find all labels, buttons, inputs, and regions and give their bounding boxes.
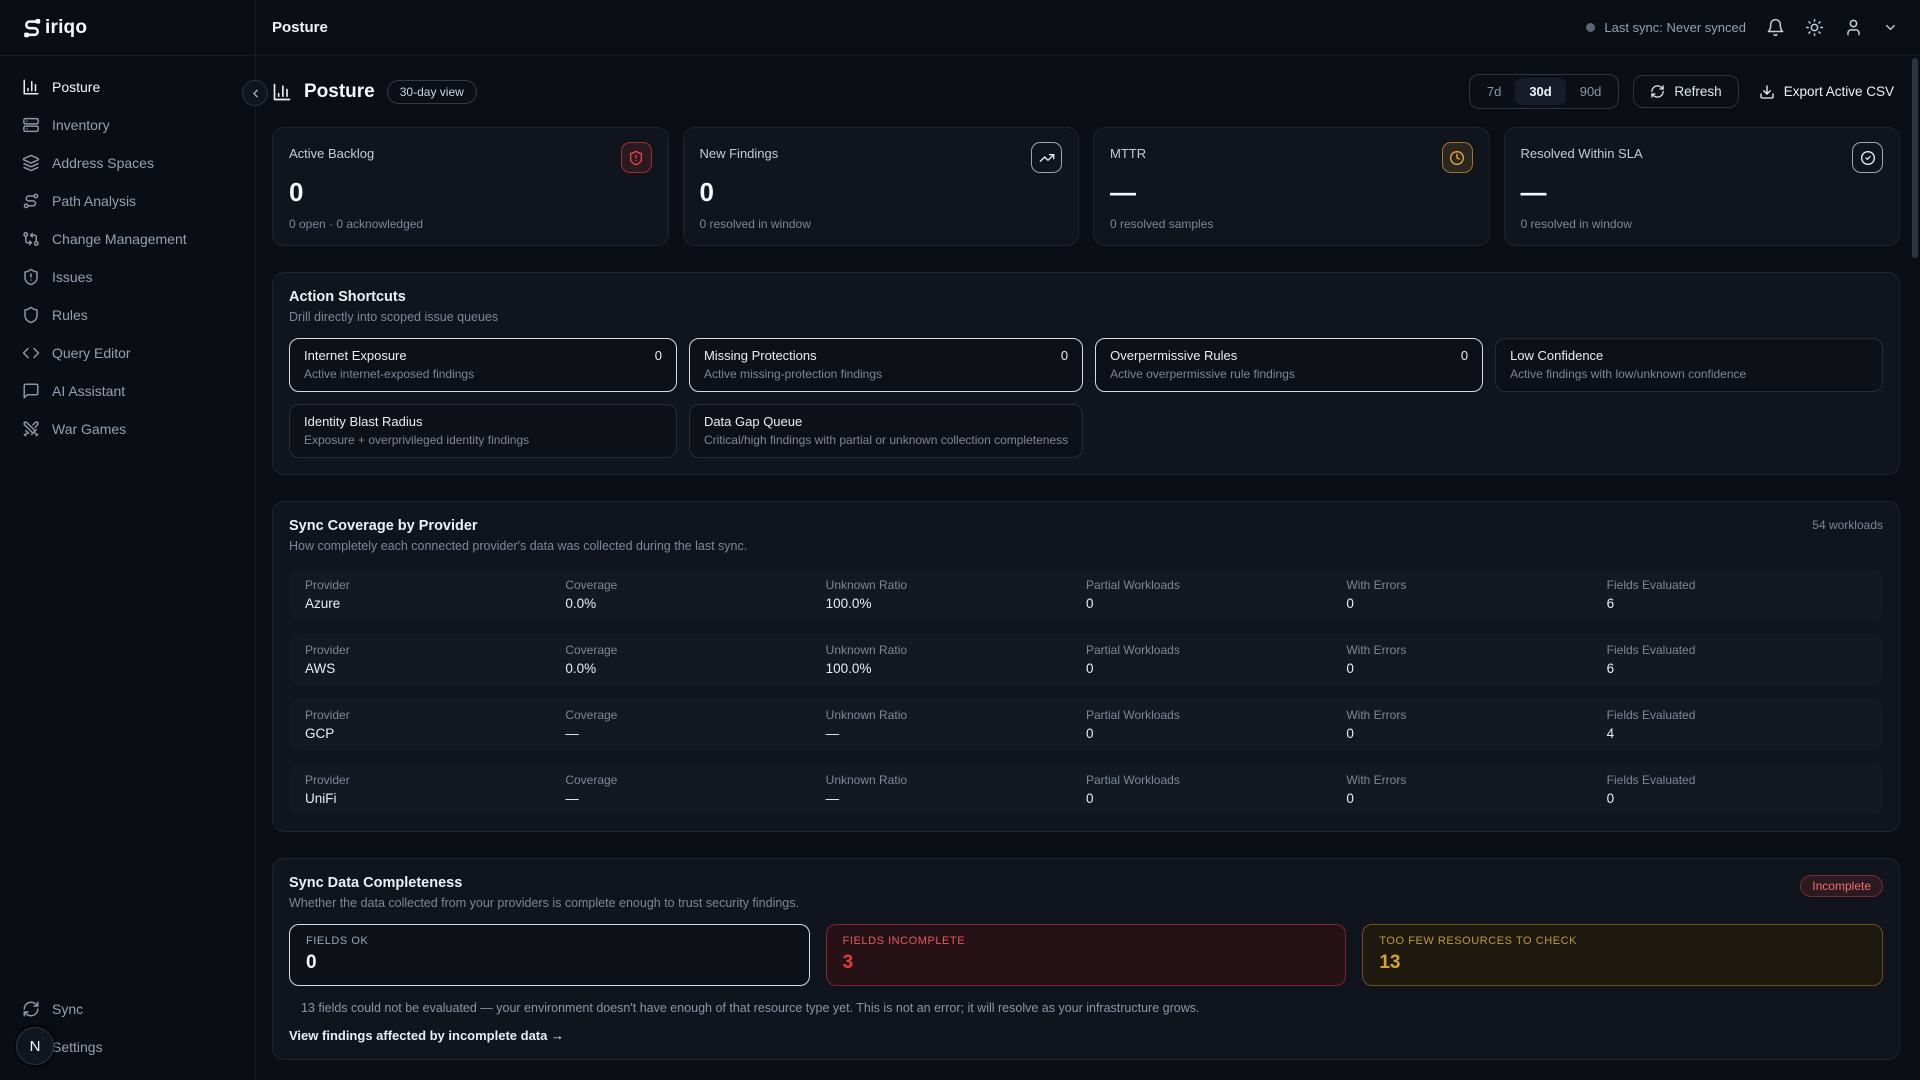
chart-column-icon: [272, 82, 292, 102]
download-icon: [1759, 84, 1775, 100]
tile-count-badge: 0: [655, 348, 662, 363]
tile-count-badge: 0: [1461, 348, 1468, 363]
table-row: ProviderUniFi Coverage— Unknown Ratio— P…: [289, 764, 1883, 815]
view-badge: 30-day view: [387, 80, 477, 104]
clock-icon: [1442, 142, 1473, 173]
sidebar-item-issues[interactable]: Issues: [10, 258, 245, 296]
refresh-icon: [1650, 84, 1665, 99]
page-title: Posture: [304, 81, 375, 103]
theme-sun-icon[interactable]: [1805, 18, 1824, 37]
stat-too-few-resources: TOO FEW RESOURCES TO CHECK 13: [1362, 924, 1883, 986]
message-square-icon: [22, 382, 40, 400]
sidebar-item-sync[interactable]: Sync: [10, 990, 245, 1028]
page-header: Posture 30-day view 7d 30d 90d Refresh: [272, 74, 1900, 109]
sidebar-collapse-button[interactable]: [242, 80, 268, 106]
chart-column-icon: [22, 78, 40, 96]
brand-logo[interactable]: iriqo: [0, 0, 255, 56]
code-icon: [22, 344, 40, 362]
table-row: ProviderGCP Coverage— Unknown Ratio— Par…: [289, 699, 1883, 750]
sync-coverage-panel: Sync Coverage by Provider How completely…: [272, 501, 1900, 832]
range-30d-button[interactable]: 30d: [1515, 78, 1565, 105]
sidebar-item-address-spaces[interactable]: Address Spaces: [10, 144, 245, 182]
bell-icon[interactable]: [1766, 18, 1785, 37]
sidebar-item-war-games[interactable]: War Games: [10, 410, 245, 448]
topbar-title: Posture: [272, 19, 328, 36]
page-content: Posture 30-day view 7d 30d 90d Refresh: [256, 56, 1920, 1080]
completeness-stats: FIELDS OK 0 FIELDS INCOMPLETE 3 TOO FEW …: [289, 924, 1883, 986]
tile-overpermissive-rules[interactable]: Overpermissive Rules 0 Active overpermis…: [1095, 338, 1483, 392]
status-badge: Incomplete: [1800, 875, 1883, 897]
user-icon[interactable]: [1844, 18, 1863, 37]
git-compare-icon: [22, 230, 40, 248]
sync-data-completeness-panel: Sync Data Completeness Whether the data …: [272, 858, 1900, 1060]
sidebar-item-ai-assistant[interactable]: AI Assistant: [10, 372, 245, 410]
sidebar-item-rules[interactable]: Rules: [10, 296, 245, 334]
shield-alert-icon: [621, 142, 652, 173]
view-incomplete-findings-link[interactable]: View findings affected by incomplete dat…: [289, 1028, 564, 1043]
sidebar-item-posture[interactable]: Posture: [10, 68, 245, 106]
tile-low-confidence[interactable]: Low Confidence Active findings with low/…: [1495, 338, 1883, 392]
sidebar-item-change-management[interactable]: Change Management: [10, 220, 245, 258]
sidebar-item-path-analysis[interactable]: Path Analysis: [10, 182, 245, 220]
avatar[interactable]: N: [16, 1027, 54, 1065]
sidebar-item-query-editor[interactable]: Query Editor: [10, 334, 245, 372]
sidebar-nav: Posture Inventory Address Spaces Path An…: [0, 56, 255, 980]
swords-icon: [22, 420, 40, 438]
sync-status-dot: [1586, 23, 1595, 32]
range-90d-button[interactable]: 90d: [1566, 78, 1616, 105]
action-shortcuts-panel: Action Shortcuts Drill directly into sco…: [272, 272, 1900, 475]
refresh-button[interactable]: Refresh: [1633, 75, 1738, 108]
kpi-mttr: MTTR — 0 resolved samples: [1093, 127, 1490, 246]
trending-up-icon: [1031, 142, 1062, 173]
tile-missing-protections[interactable]: Missing Protections 0 Active missing-pro…: [689, 338, 1083, 392]
sidebar-item-inventory[interactable]: Inventory: [10, 106, 245, 144]
stat-fields-ok: FIELDS OK 0: [289, 924, 810, 986]
range-7d-button[interactable]: 7d: [1473, 78, 1515, 105]
table-row: ProviderAzure Coverage0.0% Unknown Ratio…: [289, 569, 1883, 620]
kpi-resolved-within-sla: Resolved Within SLA — 0 resolved in wind…: [1504, 127, 1901, 246]
workloads-count: 54 workloads: [1812, 518, 1883, 532]
brand-s-icon: [20, 16, 44, 40]
shield-alert-icon: [22, 268, 40, 286]
table-row: ProviderAWS Coverage0.0% Unknown Ratio10…: [289, 634, 1883, 685]
circle-check-icon: [1852, 142, 1883, 173]
layers-icon: [22, 154, 40, 172]
topbar-right: Last sync: Never synced: [1586, 18, 1898, 37]
main-area: Posture Last sync: Never synced: [256, 0, 1920, 1080]
export-csv-button[interactable]: Export Active CSV: [1753, 76, 1900, 108]
stat-fields-incomplete: FIELDS INCOMPLETE 3: [826, 924, 1347, 986]
brand-name: iriqo: [45, 17, 87, 39]
kpi-row: Active Backlog 0 0 open · 0 acknowledged…: [272, 127, 1900, 246]
tile-count-badge: 0: [1061, 348, 1068, 363]
shield-icon: [22, 306, 40, 324]
kpi-new-findings: New Findings 0 0 resolved in window: [683, 127, 1080, 246]
shortcut-tiles: Internet Exposure 0 Active internet-expo…: [289, 338, 1883, 458]
range-segmented-control: 7d 30d 90d: [1469, 74, 1620, 109]
server-icon: [22, 116, 40, 134]
completeness-note: 13 fields could not be evaluated — your …: [289, 1001, 1883, 1015]
route-icon: [22, 192, 40, 210]
window-scrollbar[interactable]: [1912, 58, 1918, 258]
chevron-left-icon: [249, 87, 262, 100]
refresh-icon: [22, 1000, 40, 1018]
last-sync-status: Last sync: Never synced: [1586, 20, 1746, 35]
coverage-rows: ProviderAzure Coverage0.0% Unknown Ratio…: [289, 569, 1883, 815]
topbar: Posture Last sync: Never synced: [256, 0, 1920, 56]
chevron-down-icon[interactable]: [1883, 20, 1898, 35]
tile-internet-exposure[interactable]: Internet Exposure 0 Active internet-expo…: [289, 338, 677, 392]
tile-data-gap-queue[interactable]: Data Gap Queue Critical/high findings wi…: [689, 404, 1083, 458]
tile-identity-blast-radius[interactable]: Identity Blast Radius Exposure + overpri…: [289, 404, 677, 458]
kpi-active-backlog: Active Backlog 0 0 open · 0 acknowledged: [272, 127, 669, 246]
sidebar: iriqo Posture Inventory Address Spaces P…: [0, 0, 256, 1080]
